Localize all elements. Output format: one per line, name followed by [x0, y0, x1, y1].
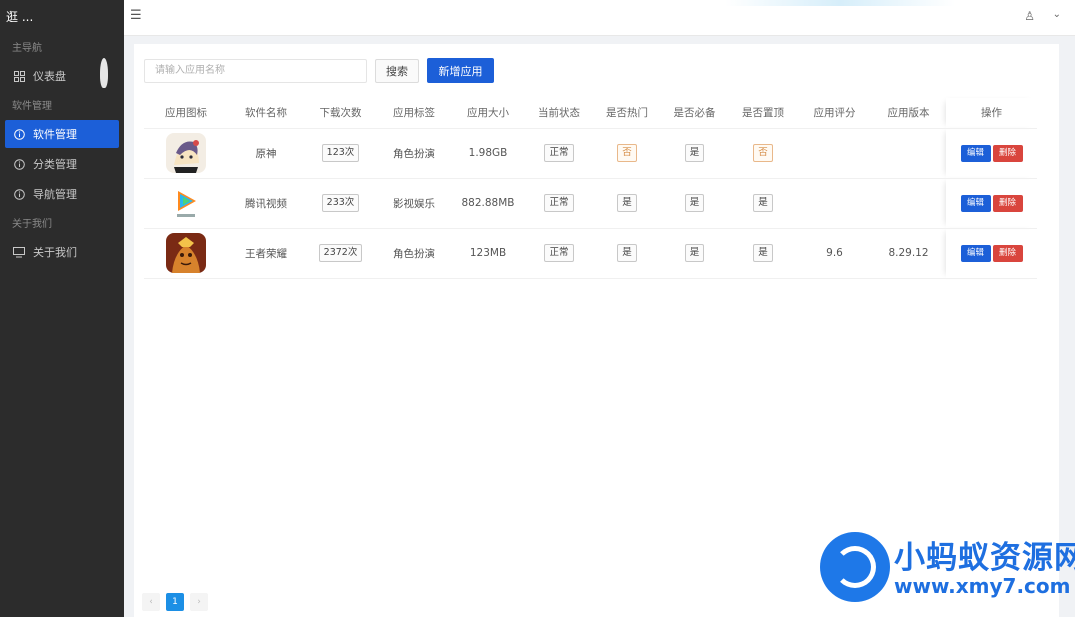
prev-page-button[interactable]: ‹	[142, 593, 160, 611]
sidebar: 逛 ... 主导航 仪表盘 软件管理 软件管理 分类管理 导航管理 关于我们 关…	[0, 0, 124, 617]
app-tag: 角色扮演	[377, 228, 451, 279]
watermark-title: 小蚂蚁资源网	[894, 540, 1075, 576]
sidebar-item-label: 仪表盘	[33, 70, 66, 83]
col-header: 应用大小	[451, 98, 525, 129]
next-page-button[interactable]: ›	[190, 593, 208, 611]
topbar-decoration	[725, 0, 955, 6]
table-row: 原神 123次 角色扮演 1.98GB 正常 否 是 否 编辑 删除	[144, 128, 1037, 179]
col-header: 是否置顶	[728, 98, 798, 129]
hot-badge: 是	[617, 194, 637, 212]
nav-group-software: 软件管理	[12, 101, 52, 112]
sidebar-item-label: 关于我们	[33, 246, 77, 259]
sidebar-item-navigation[interactable]: 导航管理	[5, 180, 119, 208]
download-count: 233次	[321, 194, 360, 212]
toolbar: 搜索 新增应用	[144, 58, 494, 83]
col-header: 应用版本	[871, 98, 946, 129]
table-header-row: 应用图标 软件名称 下载次数 应用标签 应用大小 当前状态 是否热门 是否必备 …	[144, 98, 1037, 129]
topbar: ☰ ♙ ⌄	[124, 0, 1075, 36]
edit-button[interactable]: 编辑	[960, 194, 991, 212]
app-name: 腾讯视频	[228, 178, 304, 229]
col-header: 应用评分	[798, 98, 871, 129]
brand-title: 逛 ...	[6, 10, 34, 24]
delete-button[interactable]: 删除	[992, 144, 1023, 162]
sidebar-decoration	[100, 58, 108, 88]
col-header: 当前状态	[525, 98, 593, 129]
must-badge: 是	[684, 194, 705, 212]
download-count: 123次	[321, 144, 360, 162]
grid-icon	[13, 70, 25, 82]
delete-button[interactable]: 删除	[992, 244, 1023, 262]
download-count: 2372次	[318, 244, 363, 262]
col-header: 是否热门	[593, 98, 661, 129]
sidebar-item-label: 软件管理	[33, 128, 77, 141]
must-badge: 是	[684, 144, 705, 162]
hot-badge: 否	[617, 144, 637, 162]
watermark: 小蚂蚁资源网 www.xmy7.com	[820, 528, 1075, 608]
search-button[interactable]: 搜索	[375, 58, 419, 83]
table-row: 王者荣耀 2372次 角色扮演 123MB 正常 是 是 是 9.6 8.29.…	[144, 228, 1037, 279]
col-header: 软件名称	[228, 98, 304, 129]
app-size: 1.98GB	[451, 128, 525, 179]
genshin-icon	[166, 133, 206, 173]
status-badge: 正常	[544, 244, 574, 262]
app-score	[798, 128, 871, 179]
col-header: 下载次数	[304, 98, 377, 129]
info-icon	[13, 158, 25, 170]
app-score: 9.6	[798, 228, 871, 279]
delete-button[interactable]: 删除	[992, 194, 1023, 212]
app-version	[871, 128, 946, 179]
add-app-button[interactable]: 新增应用	[427, 58, 494, 83]
pagination: ‹ 1 ›	[142, 593, 208, 611]
sidebar-item-software[interactable]: 软件管理	[5, 120, 119, 148]
sidebar-item-about[interactable]: 关于我们	[5, 238, 119, 266]
top-badge: 是	[753, 194, 773, 212]
info-icon	[13, 128, 25, 140]
edit-button[interactable]: 编辑	[960, 244, 991, 262]
search-input[interactable]	[144, 58, 367, 83]
page-number-button[interactable]: 1	[166, 593, 184, 611]
nav-group-main: 主导航	[12, 43, 42, 54]
info-icon	[13, 188, 25, 200]
honor-of-kings-icon	[166, 233, 206, 273]
tencent-video-icon	[166, 183, 206, 223]
watermark-logo-icon	[820, 532, 890, 602]
hot-badge: 是	[617, 244, 637, 262]
app-tag: 角色扮演	[377, 128, 451, 179]
sidebar-item-category[interactable]: 分类管理	[5, 150, 119, 178]
menu-toggle-icon[interactable]: ☰	[130, 8, 142, 23]
app-name: 王者荣耀	[228, 228, 304, 279]
watermark-url: www.xmy7.com	[894, 574, 1071, 598]
col-header: 应用标签	[377, 98, 451, 129]
top-badge: 否	[753, 144, 773, 162]
app-tag: 影视娱乐	[377, 178, 451, 229]
app-table: 应用图标 软件名称 下载次数 应用标签 应用大小 当前状态 是否热门 是否必备 …	[144, 98, 1037, 279]
edit-button[interactable]: 编辑	[960, 144, 991, 162]
table-row: 腾讯视频 233次 影视娱乐 882.88MB 正常 是 是 是 编辑 删除	[144, 178, 1037, 229]
nav-group-about: 关于我们	[12, 219, 52, 230]
app-version: 8.29.12	[871, 228, 946, 279]
sidebar-item-label: 分类管理	[33, 158, 77, 171]
col-header: 应用图标	[144, 98, 228, 129]
app-size: 882.88MB	[451, 178, 525, 229]
app-name: 原神	[228, 128, 304, 179]
sidebar-item-label: 导航管理	[33, 188, 77, 201]
must-badge: 是	[684, 244, 705, 262]
app-size: 123MB	[451, 228, 525, 279]
monitor-icon	[13, 246, 25, 258]
user-icon[interactable]: ♙	[1024, 9, 1035, 23]
col-header: 是否必备	[661, 98, 728, 129]
chevron-down-icon[interactable]: ⌄	[1053, 9, 1061, 20]
app-version	[871, 178, 946, 229]
top-badge: 是	[753, 244, 773, 262]
app-score	[798, 178, 871, 229]
status-badge: 正常	[544, 194, 574, 212]
col-header: 操作	[946, 98, 1037, 129]
status-badge: 正常	[544, 144, 574, 162]
